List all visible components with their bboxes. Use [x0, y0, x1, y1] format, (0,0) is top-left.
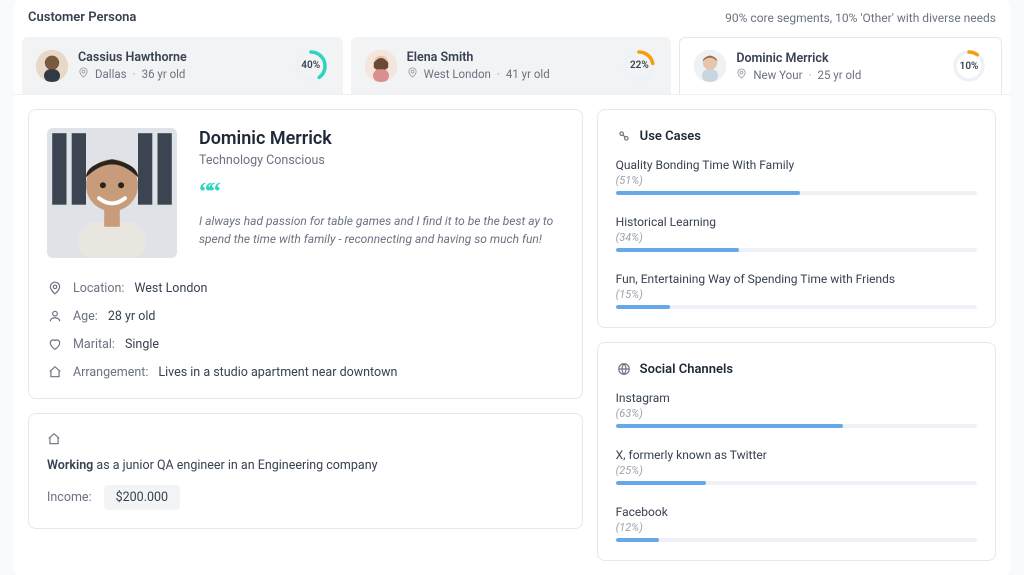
info-location-value: West London [134, 281, 207, 296]
location-icon [407, 67, 418, 81]
social-card: Social Channels Instagram (63%) X, formerl… [597, 342, 996, 561]
metric-title: Quality Bonding Time With Family [616, 158, 977, 172]
use-cases-icon [616, 128, 632, 144]
location-icon [78, 67, 89, 81]
use-cases-title: Use Cases [640, 129, 701, 144]
metric-bar-track [616, 538, 977, 542]
profile-name: Dominic Merrick [199, 128, 564, 149]
metric-bar-fill [616, 481, 706, 485]
info-marital-value: Single [125, 337, 159, 352]
persona-tab[interactable]: Dominic MerrickNew Your·25 yr old10% [679, 37, 1002, 94]
percent-label: 10% [951, 48, 987, 84]
location-icon [47, 280, 63, 296]
metric-bar-fill [616, 191, 800, 195]
metric-bar-fill [616, 538, 659, 542]
use-cases-list: Quality Bonding Time With Family (51%) His… [616, 158, 977, 309]
info-arrangement: Arrangement: Lives in a studio apartment… [47, 364, 564, 380]
persona-tab[interactable]: Cassius HawthorneDallas·36 yr old40% [22, 37, 343, 94]
home-icon [47, 364, 63, 380]
percent-label: 22% [621, 48, 657, 84]
metric-percent: (51%) [616, 174, 977, 187]
metric-title: X, formerly known as Twitter [616, 448, 977, 462]
metric-item: Fun, Entertaining Way of Spending Time w… [616, 272, 977, 309]
metric-title: Fun, Entertaining Way of Spending Time w… [616, 272, 977, 286]
income-label: Income: [47, 490, 92, 505]
metric-bar-fill [616, 424, 844, 428]
metric-title: Historical Learning [616, 215, 977, 229]
profile-avatar [47, 128, 177, 258]
info-age: Age: 28 yr old [47, 308, 564, 324]
metric-title: Facebook [616, 505, 977, 519]
info-arrangement-value: Lives in a studio apartment near downtow… [158, 365, 397, 380]
persona-location: Dallas [95, 67, 127, 81]
metric-percent: (12%) [616, 521, 977, 534]
metric-bar-track [616, 424, 977, 428]
info-age-value: 28 yr old [108, 309, 156, 324]
percent-ring: 40% [293, 48, 329, 84]
persona-location: West London [424, 67, 491, 81]
work-status-strong: Working [47, 458, 93, 473]
page: Customer Persona 90% core segments, 10% … [14, 0, 1010, 575]
page-header: Customer Persona 90% core segments, 10% … [14, 0, 1010, 37]
metric-bar-track [616, 481, 977, 485]
info-age-label: Age: [73, 309, 98, 324]
persona-name: Dominic Merrick [736, 51, 861, 66]
persona-age: 25 yr old [818, 68, 862, 82]
profile-quote: I always had passion for table games and… [199, 212, 564, 248]
page-subtitle: 90% core segments, 10% 'Other' with dive… [725, 11, 996, 25]
quote-icon: ““ [199, 184, 564, 200]
social-icon [616, 361, 632, 377]
metric-title: Instagram [616, 391, 977, 405]
work-status-rest: as a junior QA engineer in an Engineerin… [93, 458, 377, 473]
metric-percent: (15%) [616, 288, 977, 301]
metric-percent: (25%) [616, 464, 977, 477]
home-icon [47, 435, 61, 450]
percent-ring: 22% [621, 48, 657, 84]
content: Dominic Merrick Technology Conscious ““ … [14, 95, 1010, 575]
metric-bar-track [616, 248, 977, 252]
metric-percent: (34%) [616, 231, 977, 244]
metric-percent: (63%) [616, 407, 977, 420]
persona-avatar [36, 50, 68, 82]
percent-ring: 10% [951, 48, 987, 84]
metric-item: X, formerly known as Twitter (25%) [616, 448, 977, 485]
location-icon [736, 68, 747, 82]
social-list: Instagram (63%) X, formerly known as Twitt… [616, 391, 977, 542]
profile-card: Dominic Merrick Technology Conscious ““ … [28, 109, 583, 399]
persona-name: Elena Smith [407, 50, 550, 65]
persona-name: Cassius Hawthorne [78, 50, 187, 65]
persona-avatar [694, 50, 726, 82]
info-arrangement-label: Arrangement: [73, 365, 148, 380]
metric-item: Historical Learning (34%) [616, 215, 977, 252]
profile-tagline: Technology Conscious [199, 153, 564, 168]
metric-item: Quality Bonding Time With Family (51%) [616, 158, 977, 195]
metric-bar-fill [616, 248, 739, 252]
info-marital: Marital: Single [47, 336, 564, 352]
metric-bar-track [616, 191, 977, 195]
metric-item: Facebook (12%) [616, 505, 977, 542]
social-title: Social Channels [640, 362, 733, 377]
persona-age: 41 yr old [506, 67, 550, 81]
work-card: Working as a junior QA engineer in an En… [28, 413, 583, 529]
work-status: Working as a junior QA engineer in an En… [47, 458, 564, 473]
info-location-label: Location: [73, 281, 124, 296]
metric-bar-track [616, 305, 977, 309]
info-marital-label: Marital: [73, 337, 115, 352]
income-value: $200.000 [104, 485, 180, 510]
persona-tab[interactable]: Elena SmithWest London·41 yr old22% [351, 37, 672, 94]
persona-avatar [365, 50, 397, 82]
metric-bar-fill [616, 305, 670, 309]
persona-age: 36 yr old [142, 67, 186, 81]
use-cases-card: Use Cases Quality Bonding Time With Fami… [597, 109, 996, 328]
persona-tabs: Cassius HawthorneDallas·36 yr old40%Elen… [14, 37, 1010, 95]
person-icon [47, 308, 63, 324]
metric-item: Instagram (63%) [616, 391, 977, 428]
persona-location: New Your [753, 68, 802, 82]
page-title: Customer Persona [28, 10, 136, 25]
info-location: Location: West London [47, 280, 564, 296]
heart-icon [47, 336, 63, 352]
percent-label: 40% [293, 48, 329, 84]
